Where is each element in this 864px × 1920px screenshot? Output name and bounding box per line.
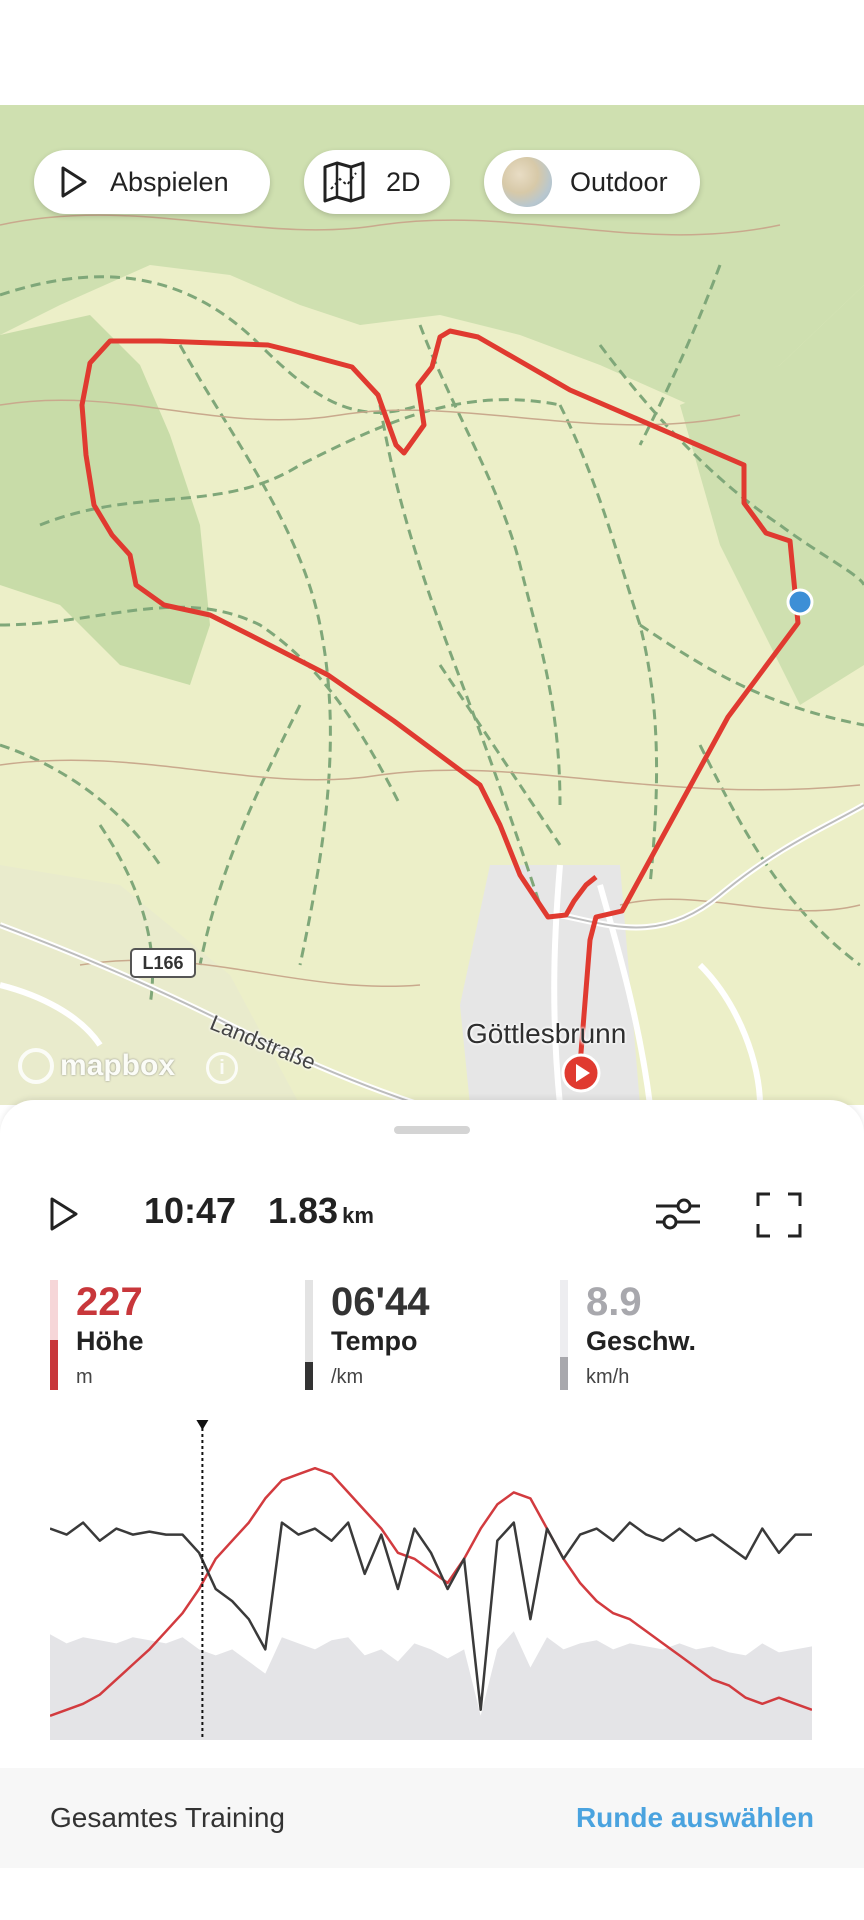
altitude-value: 227 (76, 1280, 143, 1324)
distance-readout: 1.83 km (268, 1190, 374, 1232)
speed-label: Geschw. (586, 1326, 697, 1356)
playback-play-button[interactable] (48, 1196, 80, 1237)
map-view-2d-button[interactable]: 2D (304, 150, 450, 214)
top-bar (0, 0, 864, 106)
current-position-marker (786, 588, 814, 616)
mapbox-logo-text: mapbox (60, 1049, 176, 1082)
info-icon[interactable]: i (206, 1052, 238, 1084)
altitude-level-bar (50, 1280, 58, 1390)
pace-unit: /km (331, 1366, 364, 1388)
select-lap-button[interactable]: Runde auswählen (576, 1802, 814, 1834)
map-style-label: Outdoor (570, 166, 668, 197)
mapbox-logo-icon (18, 1048, 54, 1084)
road-number-shield: L166 (130, 948, 196, 978)
speed-unit: km/h (586, 1366, 630, 1388)
fullscreen-button[interactable] (756, 1192, 802, 1243)
pace-label: Tempo (331, 1326, 418, 1356)
play-icon (48, 1197, 80, 1236)
fullscreen-icon (756, 1192, 802, 1242)
altitude-label: Höhe (76, 1326, 144, 1356)
map-style-thumbnail (502, 157, 552, 207)
map-view-label: 2D (386, 166, 421, 197)
play-route-label: Abspielen (110, 166, 229, 197)
map-style-button[interactable]: Outdoor (484, 150, 700, 214)
mapbox-logo[interactable]: mapbox (18, 1048, 175, 1084)
pace-level-bar (305, 1280, 313, 1390)
speed-level-bar (560, 1280, 568, 1390)
place-label: Göttlesbrunn (466, 1018, 627, 1049)
speed-area (50, 1631, 812, 1740)
play-route-button[interactable]: Abspielen (34, 150, 270, 214)
sheet-drag-handle[interactable] (394, 1126, 470, 1134)
elapsed-time: 10:47 (144, 1190, 237, 1231)
folded-map-icon (322, 161, 366, 203)
playback-cursor-handle[interactable] (196, 1420, 209, 1430)
speed-value: 8.9 (586, 1280, 642, 1324)
graph-settings-button[interactable] (654, 1192, 702, 1241)
distance-value: 1.83 (268, 1190, 339, 1231)
workout-graph[interactable] (50, 1420, 812, 1740)
distance-unit: km (342, 1203, 374, 1228)
whole-training-tab[interactable]: Gesamtes Training (50, 1802, 285, 1834)
play-icon (60, 166, 88, 198)
sliders-icon (654, 1198, 702, 1240)
altitude-unit: m (76, 1366, 93, 1388)
pace-value: 06'44 (331, 1280, 430, 1324)
